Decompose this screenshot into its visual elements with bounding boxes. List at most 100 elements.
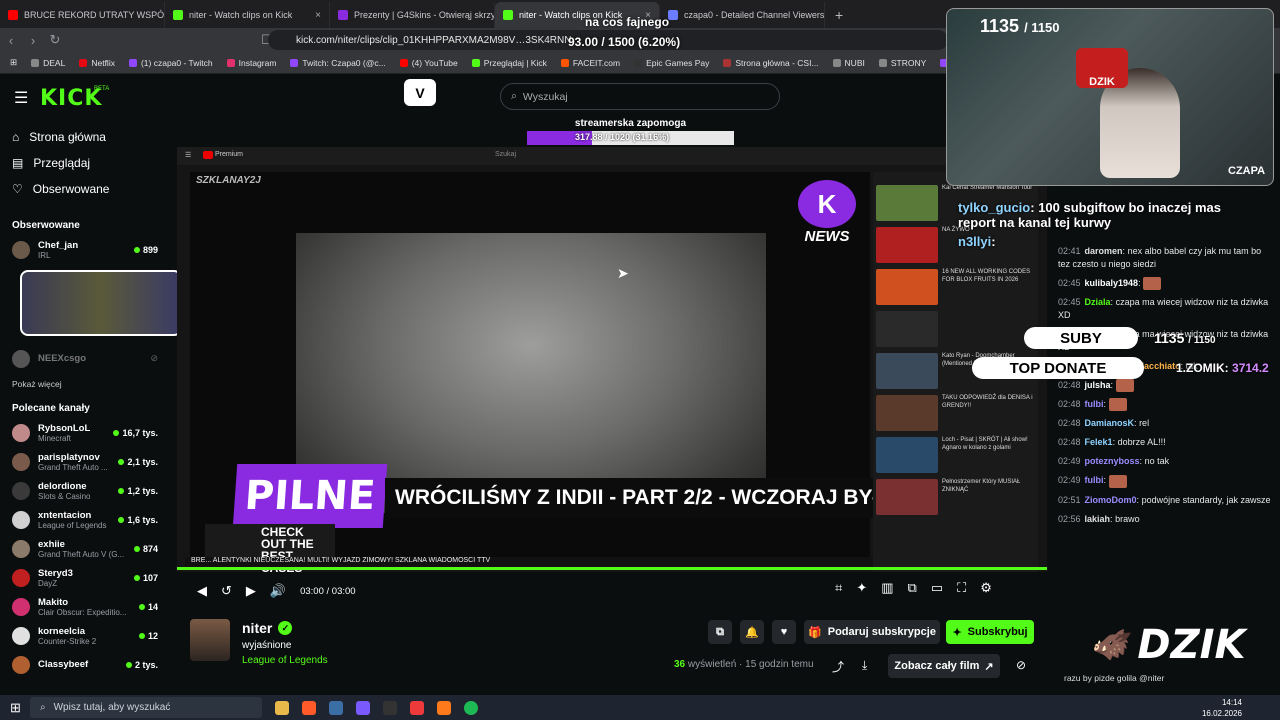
sidebar-channel[interactable]: Classybeef 2 tys. <box>0 650 170 679</box>
replay-icon[interactable]: ↺ <box>221 583 232 599</box>
watch-full-button[interactable]: Zobacz cały film ↗ <box>888 654 1000 678</box>
discord-icon[interactable] <box>356 700 370 715</box>
subscribe-button[interactable]: ✦ Subskrybuj <box>946 620 1034 644</box>
stats-icon[interactable]: ▥ <box>881 580 893 596</box>
skins-promo-card[interactable] <box>20 270 182 336</box>
browser-tab[interactable]: niter - Watch clips on Kick × <box>165 2 330 28</box>
download-icon[interactable]: ⤓ <box>862 658 867 673</box>
chat-username[interactable]: lakiah <box>1085 514 1111 524</box>
heart-icon[interactable]: ♥ <box>772 620 796 644</box>
bookmark-item[interactable]: Epic Games Pay <box>634 58 709 68</box>
new-tab-icon[interactable]: + <box>825 7 853 28</box>
bookmark-item[interactable]: Przeglądaj | Kick <box>471 58 547 68</box>
viewer-count-value: 107 <box>142 572 158 583</box>
chat-username[interactable]: fulbi <box>1085 399 1104 409</box>
sidebar-channel[interactable]: RybsonLoL Minecraft 16,7 tys. <box>0 418 170 447</box>
gift-sub-button[interactable]: 🎁 Podaruj subskrypcje <box>804 620 940 644</box>
chat-username[interactable]: Felek1 <box>1085 437 1113 447</box>
streamer-name[interactable]: niter <box>242 620 272 636</box>
hide-icon[interactable]: ⊘ <box>1016 658 1026 672</box>
menu-icon[interactable]: ☰ <box>14 88 28 108</box>
related-video[interactable]: Loch - Pisat | SKRÓT | Ali show! Agnaro … <box>873 434 1038 476</box>
chat-username[interactable]: poteznyboss <box>1085 456 1140 466</box>
share-icon[interactable]: ⤴ <box>832 658 844 675</box>
bookmark-item[interactable]: FACEIT.com <box>560 58 620 68</box>
search-input[interactable]: ⌕ Wyszukaj <box>500 83 780 110</box>
rewind-icon[interactable]: ◀ <box>197 583 207 599</box>
show-more-link[interactable]: Pokaż więcej <box>0 373 170 395</box>
fullscreen-icon[interactable]: ⛶ <box>957 580 966 596</box>
sidebar-channel[interactable]: delordione Slots & Casino 1,2 tys. <box>0 476 170 505</box>
back-icon[interactable]: ‹ <box>0 33 22 48</box>
browser-tab[interactable]: Prezenty | G4Skins - Otwierąj skrzynk× <box>330 2 495 28</box>
sidebar-channel[interactable]: parisplatynov Grand Theft Auto ... 2,1 tys… <box>0 447 170 476</box>
spotify-icon[interactable] <box>464 700 478 715</box>
apps-icon[interactable]: ⊞ <box>10 57 17 68</box>
settings-icon[interactable]: ⚙ <box>980 580 992 596</box>
video-progress-bar[interactable] <box>177 567 1047 570</box>
theater-mode-button[interactable]: ⧉ <box>708 620 732 644</box>
live-dot-icon <box>113 429 120 436</box>
chat-username[interactable]: Dziala <box>1085 297 1111 307</box>
sidebar-channel[interactable]: Chef_jan IRL 899 <box>0 235 170 264</box>
sidebar-channel[interactable]: korneelcia Counter-Strike 2 12 <box>0 621 170 650</box>
bookmark-item[interactable]: Strona główna - CSI... <box>723 58 819 68</box>
explorer-icon[interactable] <box>275 700 289 715</box>
chat-username[interactable]: julsha <box>1085 380 1111 390</box>
taskbar-search[interactable]: ⌕ Wpisz tutaj, aby wyszukać <box>30 697 262 718</box>
sidebar-channel[interactable]: exhiie Grand Theft Auto V (G... 874 <box>0 534 170 563</box>
pip-icon[interactable]: ⧉ <box>908 580 917 596</box>
sidebar-channel-offline[interactable]: NEEXcsgo ⊘ <box>0 344 170 373</box>
sidebar-channel[interactable]: xntentacion League of Legends 1,6 tys. <box>0 505 170 534</box>
volume-icon[interactable]: 🔊 <box>270 583 286 599</box>
clip-category[interactable]: League of Legends <box>242 655 328 666</box>
sparkle-icon[interactable]: ✦ <box>856 580 867 596</box>
channel-category: League of Legends <box>38 520 107 530</box>
topic-progress: 93.00 / 1500 (6.20%) <box>568 35 681 49</box>
bookmark-item[interactable]: Twitch: Czapa0 (@c... <box>290 58 386 68</box>
browser-tab[interactable]: BRUCE REKORD UTRATY WSPÓL× <box>0 2 165 28</box>
steam-icon[interactable] <box>329 700 343 715</box>
related-video[interactable]: TAKU ODPOWIEDŹ dla DENISA i GRENDY!! <box>873 392 1038 434</box>
related-video[interactable]: 16 NEW ALL WORKING CODES FOR BLOX FRUITS… <box>873 266 1038 308</box>
reload-icon[interactable]: ↻ <box>44 32 66 48</box>
bell-icon[interactable]: 🔔 <box>740 620 764 644</box>
bookmark-item[interactable]: DEAL <box>31 58 65 68</box>
bookmark-item[interactable]: (4) YouTube <box>399 58 458 68</box>
play-icon[interactable]: ▶ <box>246 583 256 599</box>
epic-icon[interactable] <box>383 700 397 715</box>
taskbar-search-placeholder: Wpisz tutaj, aby wyszukać <box>53 702 171 713</box>
faceit-icon[interactable] <box>410 700 424 715</box>
related-video[interactable]: Pełnostrzemer Który MUSIAŁ ZNIKNĄĆ <box>873 476 1038 518</box>
close-icon[interactable]: × <box>315 10 321 21</box>
chat-username[interactable]: fulbi <box>1085 475 1104 485</box>
sidebar-nav-item[interactable]: ▤ Przeglądaj <box>0 150 170 176</box>
subs-total: / 1150 <box>1188 335 1216 346</box>
bookmark-item[interactable]: STRONY <box>878 57 927 68</box>
sidebar-channel[interactable]: Steryd3 DayZ 107 <box>0 563 170 592</box>
bookmark-item[interactable]: Netflix <box>79 58 115 68</box>
forward-icon[interactable]: › <box>22 33 44 48</box>
browser-tab[interactable]: czapa0 - Detailed Channel Viewershi× <box>660 2 825 28</box>
chat-username[interactable]: ZiomoDom0 <box>1085 495 1137 505</box>
chat-username[interactable]: kulibaly1948 <box>1085 278 1139 288</box>
chat-username[interactable]: DamianosK <box>1085 418 1135 428</box>
bookmark-label: STRONY <box>890 57 927 68</box>
windows-start-icon[interactable]: ⊞ <box>10 700 21 716</box>
related-video-title: TAKU ODPOWIEDŹ dla DENISA i GRENDY!! <box>942 395 1033 409</box>
theater-icon[interactable]: ▭ <box>931 580 943 596</box>
tab-favicon-icon <box>668 10 678 20</box>
brave-icon[interactable] <box>302 700 316 715</box>
streamer-avatar[interactable] <box>190 619 230 661</box>
bookmark-item[interactable]: NUBI <box>832 58 865 68</box>
clock[interactable]: 14:14 16.02.2026 <box>1202 697 1242 719</box>
sidebar-nav-item[interactable]: ♡ Obserwowane <box>0 176 170 202</box>
app-icon[interactable] <box>437 700 451 715</box>
top-donor: 1.ZOMIK: 3714.2 <box>1176 361 1269 375</box>
sidebar-nav-item[interactable]: ⌂ Strona główna <box>0 124 170 150</box>
related-video[interactable] <box>873 308 1038 350</box>
bookmark-item[interactable]: Instagram <box>226 58 276 68</box>
crop-icon[interactable]: ⌗ <box>835 580 842 596</box>
bookmark-item[interactable]: (1) czapa0 - Twitch <box>128 58 213 68</box>
sidebar-channel[interactable]: Makito Clair Obscur: Expeditio... 14 <box>0 592 170 621</box>
